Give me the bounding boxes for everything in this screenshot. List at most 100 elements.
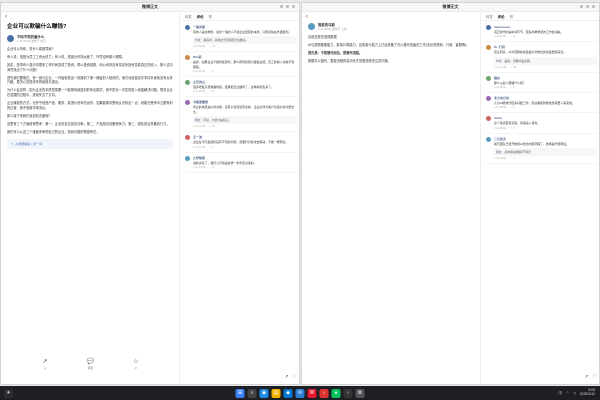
action-icon: 💬 — [86, 359, 95, 365]
comment-user[interactable]: Rita菲 — [193, 55, 297, 59]
action-label: 3 — [135, 366, 137, 370]
comment-reply[interactable]: 作者：是的，流程才是关键。 — [494, 56, 597, 65]
comment-reply[interactable]: 网友：同意，价值才是核心。 — [193, 116, 297, 125]
comment-likes: 4 — [513, 35, 515, 39]
tab-1[interactable]: 评论 — [498, 14, 505, 19]
avatar[interactable] — [185, 155, 190, 161]
comment-time: 1-11 10:02 — [193, 90, 206, 94]
comment-like-button[interactable]: ♡ 8 — [209, 90, 214, 93]
back-arrow-icon[interactable]: ‹ — [306, 14, 308, 20]
terminal-icon[interactable]: › — [343, 388, 353, 398]
minimize-button[interactable] — [580, 5, 583, 8]
back-arrow-icon[interactable]: ‹ — [5, 14, 7, 20]
browser-icon[interactable]: ◉ — [259, 388, 269, 398]
comment-like-button[interactable]: ♡ 4 — [510, 35, 515, 38]
comment-user[interactable]: 三月的天 — [494, 137, 597, 141]
author-row[interactable]: 智能的马斯 1-11 06:40 发布于 上海 — [308, 22, 474, 31]
avatar[interactable] — [486, 45, 491, 51]
comment-likes: 21 — [212, 125, 215, 129]
avatar[interactable] — [486, 25, 491, 30]
comment-like-button[interactable]: ♡ 12 — [209, 45, 215, 48]
comment-reply[interactable]: 作者：说得对，关键在于如何把企业做好。 — [193, 36, 297, 45]
article-action-button[interactable]: ☆ 3 — [133, 359, 138, 370]
volume-icon[interactable]: ◁ — [573, 391, 576, 395]
tab-1[interactable]: 评论 — [197, 14, 204, 19]
author-row[interactable]: 不码不吃的看什么 1-11 06:23 发布于 北京 — [7, 34, 173, 43]
share-icon[interactable]: ↗ — [284, 374, 288, 380]
avatar[interactable] — [185, 80, 190, 86]
article-action-button[interactable]: 💬 评论 — [87, 359, 94, 370]
comment-user[interactable]: Alicia — [494, 116, 597, 120]
article-action-button[interactable]: ↗ 1 — [43, 359, 48, 370]
wifi-icon[interactable]: ◠ — [566, 391, 569, 395]
settings-icon[interactable]: ⚙ — [355, 388, 365, 398]
comment-like-button[interactable]: ♡ 21 — [209, 125, 215, 128]
ai-summary-box[interactable]: ✦ AI智能解读 • 问一问 — [7, 139, 173, 150]
comment-user[interactable]: Dr. 行研 — [494, 45, 597, 49]
comment-user[interactable]: 王一波 — [193, 135, 297, 139]
avatar[interactable] — [185, 100, 190, 106]
comment-text: 说的太好了，我们公司就是这样一步步走过来的。 — [193, 160, 257, 165]
comment-like-button[interactable]: ♡ 6 — [209, 166, 214, 169]
comment-text: 这个观点很有意思，值得深入思考。 — [494, 121, 541, 126]
comment-user[interactable]: 老方的日常 — [494, 96, 597, 100]
comment-like-button[interactable]: ♡ 1 — [510, 127, 515, 130]
music-icon[interactable]: ♪ — [319, 388, 329, 398]
avatar[interactable] — [185, 55, 190, 61]
share-icon[interactable]: ↗ — [584, 374, 588, 380]
files-icon[interactable]: ▤ — [271, 388, 281, 398]
avatar[interactable] — [308, 23, 315, 30]
weibo-icon[interactable]: W — [307, 388, 317, 398]
comment-user[interactable]: 古巴的古 — [193, 80, 297, 84]
avatar[interactable] — [185, 25, 190, 30]
comment-user[interactable]: 大梦想家 — [193, 156, 297, 160]
like-icon[interactable]: ♡ — [293, 374, 297, 380]
store-icon[interactable]: ◆ — [283, 388, 293, 398]
comment-item: 卡路里爆表 商业的本质是价值交换，没有价值就没有交换，企业必须为客户创造价值才能长… — [185, 97, 297, 133]
comment-time: 1-11 07:40 — [494, 65, 507, 69]
comment-like-button[interactable]: ♡ 9 — [510, 106, 515, 109]
comment-user[interactable]: 一路风景 — [193, 25, 297, 29]
comment-item: Dr. 行研 完全同意，AI对流程的改造会比对岗位的改造更加深远。 作者：是的，流程… — [486, 42, 597, 73]
language-indicator[interactable]: 中 — [558, 391, 562, 396]
comment-likes: 3 — [212, 145, 214, 149]
tab-0[interactable]: 转发 — [486, 14, 493, 19]
comment-like-button[interactable]: ♡ 7 — [510, 157, 515, 160]
tab-2[interactable]: 赞 — [510, 14, 513, 19]
comment-reply[interactable]: 网友：具体用在哪些环节呢？ — [494, 148, 597, 157]
comment-body: Dr. 行研 完全同意，AI对流程的改造会比对岗位的改造更加深远。 作者：是的，流程… — [494, 45, 597, 69]
comment-user[interactable]: 锦衣 — [494, 76, 597, 80]
tab-0[interactable]: 转发 — [185, 14, 192, 19]
comment-user[interactable]: meiiinowen — [494, 25, 597, 29]
comment-item: 王一波 企业在不同发展阶段有不同的问题，需要针对性地去解决，不能一概而论。 1-11… — [185, 132, 297, 153]
avatar[interactable] — [486, 136, 491, 142]
comment-like-button[interactable]: ♡ 3 — [209, 146, 214, 149]
close-button[interactable] — [292, 5, 295, 8]
system-tray: 中 ◠ ◁ 9:03 2025/1/11 — [558, 388, 595, 397]
minimize-button[interactable] — [280, 5, 283, 8]
avatar[interactable] — [7, 34, 14, 42]
avatar[interactable] — [486, 96, 491, 102]
maximize-button[interactable] — [586, 5, 589, 8]
comment-like-button[interactable]: ♡ 5 — [209, 70, 214, 73]
comment-like-button[interactable]: ♡ 15 — [510, 66, 516, 69]
chat-icon[interactable]: ● — [331, 388, 341, 398]
widgets-icon[interactable]: ☀ — [4, 388, 13, 398]
comment-user[interactable]: 卡路里爆表 — [193, 100, 297, 104]
avatar[interactable] — [185, 135, 190, 141]
comment-text: 是的，如果企业不能持续盈利，那么所有的努力都会白费。员工的收入也得不到保障。 — [193, 60, 295, 69]
mail-icon[interactable]: ✉ — [295, 388, 305, 398]
avatar[interactable] — [486, 75, 491, 81]
close-button[interactable] — [592, 5, 595, 8]
search-icon[interactable]: ⌕ — [247, 388, 257, 398]
avatar[interactable] — [486, 116, 491, 122]
comment-like-button[interactable]: ♡ 2 — [510, 86, 515, 89]
like-icon[interactable]: ♡ — [593, 374, 597, 380]
tab-2[interactable]: 赞 — [209, 14, 212, 19]
article-paragraph: 企业赚钱的方式，无外乎就是产品、服务、渠道与资本的运作。如果能够清楚地认识到这一… — [7, 101, 173, 111]
start-icon[interactable]: ⊞ — [235, 388, 245, 398]
clock[interactable]: 9:03 2025/1/11 — [580, 388, 595, 397]
maximize-button[interactable] — [286, 5, 289, 8]
reply-text: 同意，价值才是核心。 — [203, 118, 232, 123]
article-paragraph: 首先我们要明白，有一部分企业，一开始就是由一批赚到了第一桶金的人投资的，他们对经… — [7, 75, 173, 85]
